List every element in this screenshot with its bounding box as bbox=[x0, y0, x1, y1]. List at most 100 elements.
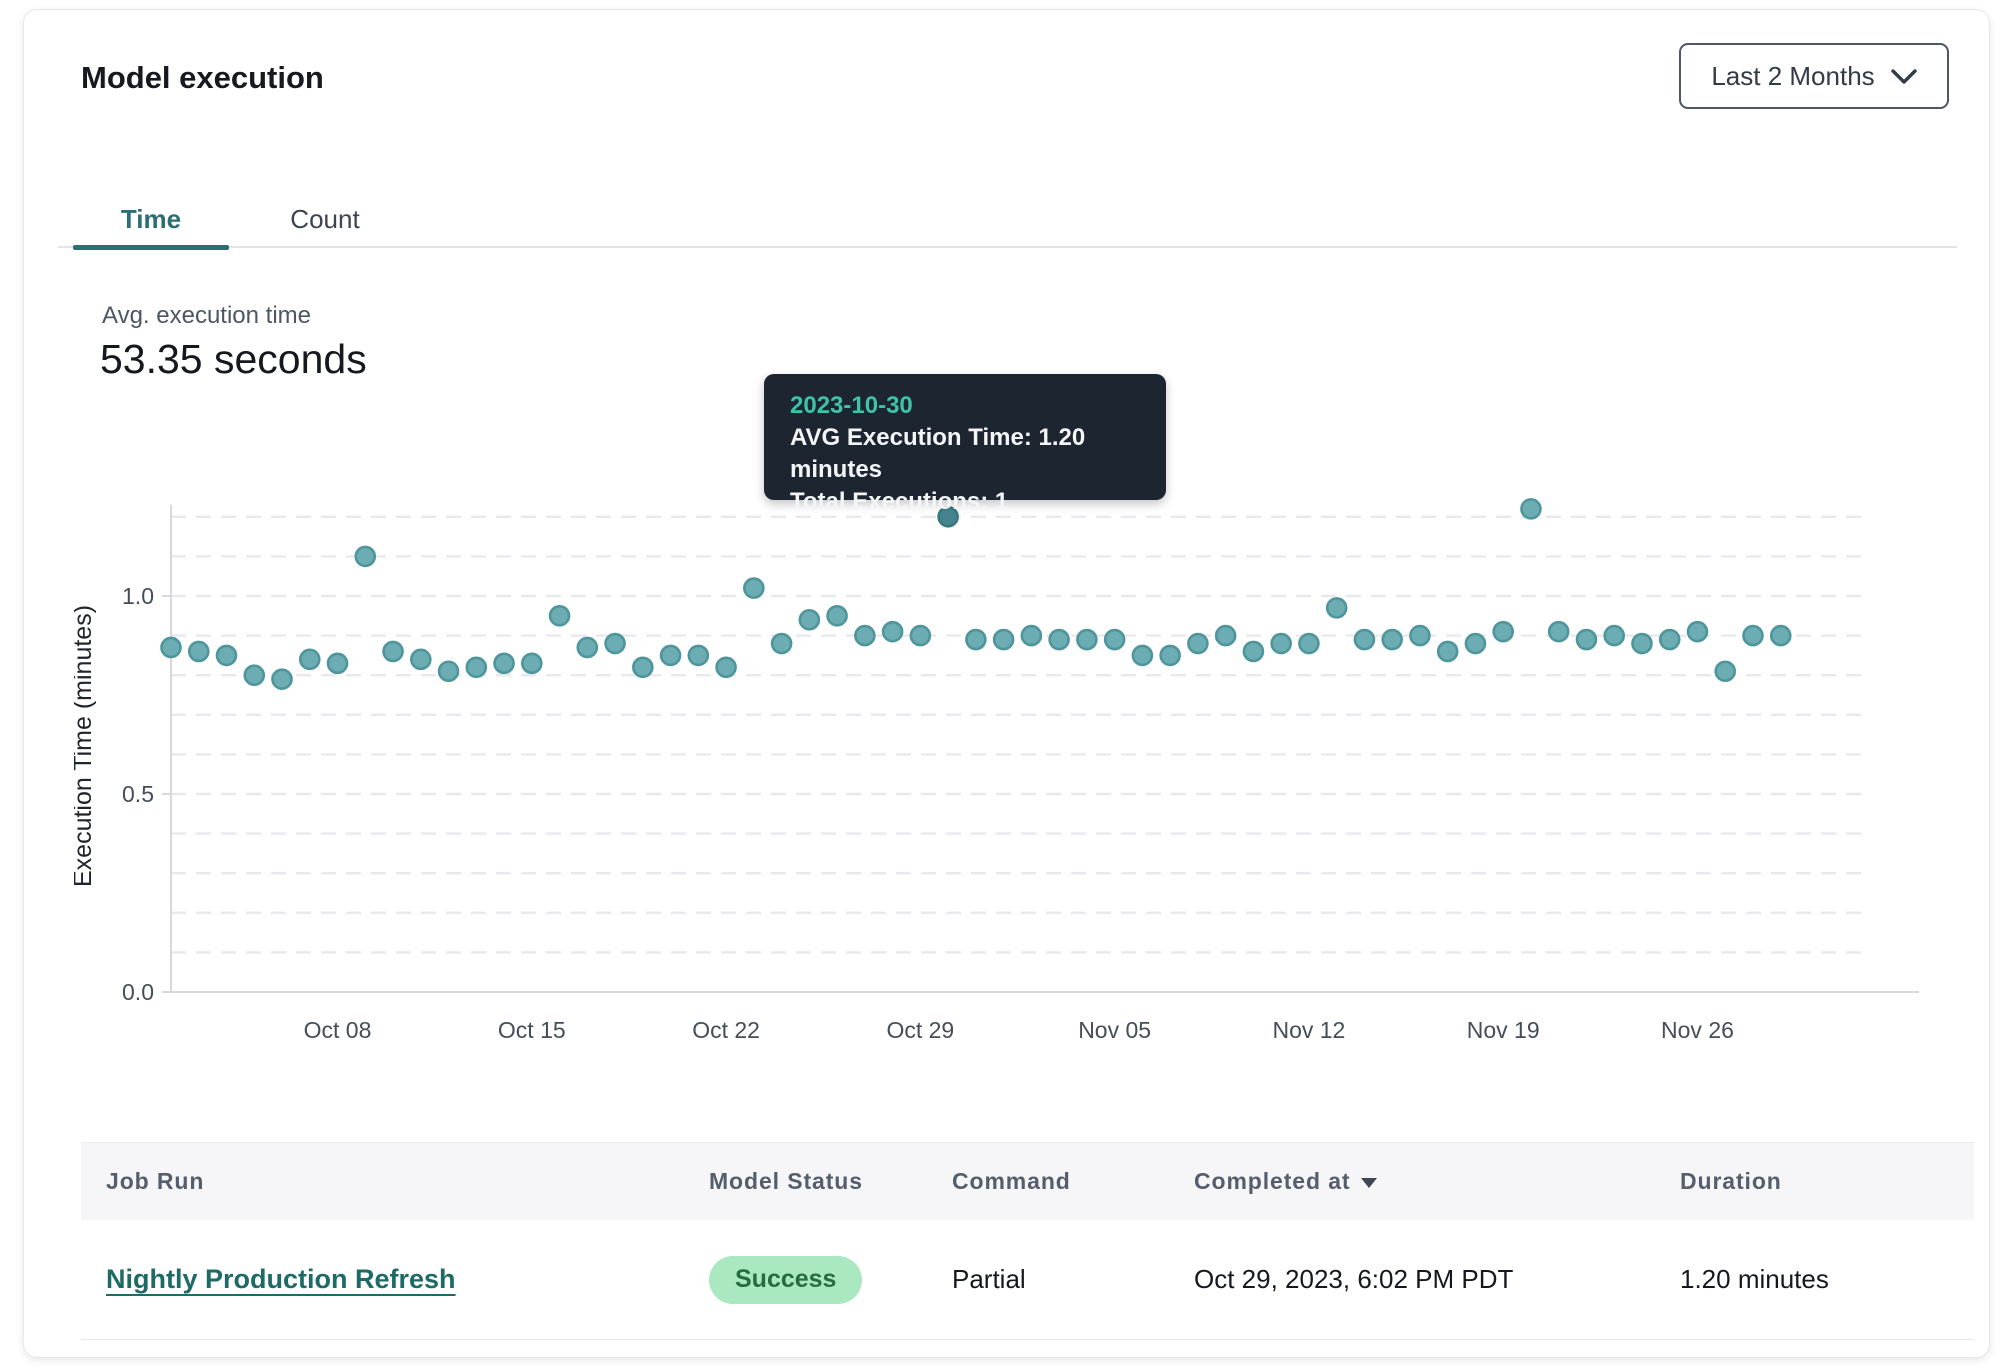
avg-execution-time-label: Avg. execution time bbox=[102, 302, 311, 330]
data-point bbox=[661, 646, 680, 665]
data-point bbox=[1716, 662, 1735, 681]
col-header-completed-at[interactable]: Completed at bbox=[1194, 1168, 1378, 1195]
data-point bbox=[772, 634, 791, 653]
data-point bbox=[911, 626, 930, 645]
data-point bbox=[689, 646, 708, 665]
execution-time-chart[interactable]: 0.0 0.5 1.0 Oct 08 Oct 15 Oct 22 Oct 29 Nov 05 N… bbox=[74, 430, 1974, 1070]
chart-tooltip: 2023-10-30 AVG Execution Time: 1.20 minu… bbox=[764, 374, 1166, 500]
table-row: Nightly Production Refresh Success Parti… bbox=[81, 1220, 1974, 1340]
svg-text:0.5: 0.5 bbox=[122, 781, 154, 807]
data-point bbox=[1216, 626, 1235, 645]
data-point bbox=[1771, 626, 1790, 645]
data-point bbox=[578, 638, 597, 657]
y-axis-title: Execution Time (minutes) bbox=[74, 605, 97, 887]
tab-count[interactable]: Count bbox=[253, 192, 397, 246]
tooltip-date: 2023-10-30 bbox=[790, 390, 1140, 422]
data-point bbox=[1577, 630, 1596, 649]
svg-text:Oct 29: Oct 29 bbox=[886, 1017, 954, 1043]
sort-desc-icon[interactable] bbox=[1360, 1168, 1378, 1195]
tabs-divider bbox=[58, 246, 1957, 248]
data-point bbox=[217, 646, 236, 665]
data-point bbox=[1022, 626, 1041, 645]
table-header-row: Job Run Model Status Command Completed a… bbox=[81, 1142, 1974, 1220]
svg-text:Oct 15: Oct 15 bbox=[498, 1017, 566, 1043]
data-point bbox=[411, 650, 430, 669]
svg-text:Nov 05: Nov 05 bbox=[1078, 1017, 1151, 1043]
data-point bbox=[1383, 630, 1402, 649]
data-point bbox=[522, 654, 541, 673]
svg-text:Oct 08: Oct 08 bbox=[304, 1017, 372, 1043]
data-point bbox=[273, 670, 292, 689]
completed-at-cell: Oct 29, 2023, 6:02 PM PDT bbox=[1194, 1264, 1513, 1295]
data-point bbox=[1272, 634, 1291, 653]
data-point bbox=[1244, 642, 1263, 661]
data-point bbox=[300, 650, 319, 669]
data-point bbox=[1161, 646, 1180, 665]
data-point bbox=[1133, 646, 1152, 665]
data-point bbox=[384, 642, 403, 661]
data-point bbox=[1632, 634, 1651, 653]
data-point bbox=[606, 634, 625, 653]
svg-text:1.0: 1.0 bbox=[122, 583, 154, 609]
data-point bbox=[994, 630, 1013, 649]
data-point bbox=[717, 658, 736, 677]
data-point bbox=[162, 638, 181, 657]
data-point bbox=[245, 666, 264, 685]
data-point bbox=[883, 622, 902, 641]
col-header-command[interactable]: Command bbox=[952, 1168, 1071, 1195]
active-tab-underline bbox=[73, 245, 229, 250]
chart-tabs: Time Count bbox=[58, 192, 1957, 248]
data-point bbox=[1660, 630, 1679, 649]
data-point bbox=[1077, 630, 1096, 649]
model-execution-card: Model execution Last 2 Months Time Count… bbox=[23, 9, 1990, 1358]
data-point bbox=[550, 606, 569, 625]
data-point bbox=[1466, 634, 1485, 653]
data-point bbox=[439, 662, 458, 681]
svg-text:Nov 26: Nov 26 bbox=[1661, 1017, 1734, 1043]
date-range-dropdown[interactable]: Last 2 Months bbox=[1679, 43, 1949, 109]
col-header-job-run[interactable]: Job Run bbox=[106, 1168, 204, 1195]
data-point bbox=[189, 642, 208, 661]
data-point bbox=[1549, 622, 1568, 641]
data-point bbox=[855, 626, 874, 645]
data-point bbox=[966, 630, 985, 649]
data-point bbox=[356, 547, 375, 566]
data-point bbox=[1688, 622, 1707, 641]
data-point bbox=[828, 606, 847, 625]
scatter-plot[interactable]: 0.0 0.5 1.0 Oct 08 Oct 15 Oct 22 Oct 29 Nov 05 N… bbox=[74, 430, 1974, 1070]
svg-text:Oct 22: Oct 22 bbox=[692, 1017, 760, 1043]
data-point bbox=[1743, 626, 1762, 645]
data-point bbox=[1188, 634, 1207, 653]
col-header-model-status[interactable]: Model Status bbox=[709, 1168, 863, 1195]
data-point bbox=[800, 610, 819, 629]
job-runs-table: Job Run Model Status Command Completed a… bbox=[81, 1142, 1974, 1340]
data-point bbox=[495, 654, 514, 673]
command-cell: Partial bbox=[952, 1264, 1026, 1295]
svg-text:Nov 12: Nov 12 bbox=[1272, 1017, 1345, 1043]
svg-text:0.0: 0.0 bbox=[122, 979, 154, 1005]
data-point bbox=[633, 658, 652, 677]
col-header-duration[interactable]: Duration bbox=[1680, 1168, 1782, 1195]
chevron-down-icon bbox=[1891, 61, 1917, 92]
data-point bbox=[1299, 634, 1318, 653]
svg-text:Nov 19: Nov 19 bbox=[1467, 1017, 1540, 1043]
data-point bbox=[1438, 642, 1457, 661]
tooltip-avg-line: AVG Execution Time: 1.20 minutes bbox=[790, 422, 1140, 486]
data-point bbox=[1050, 630, 1069, 649]
data-point bbox=[1327, 598, 1346, 617]
status-badge: Success bbox=[709, 1256, 862, 1304]
status-badge-wrap: Success bbox=[709, 1256, 862, 1304]
data-point bbox=[1521, 499, 1540, 518]
date-range-value: Last 2 Months bbox=[1711, 61, 1874, 92]
data-point bbox=[1105, 630, 1124, 649]
data-point bbox=[1355, 630, 1374, 649]
data-point bbox=[1605, 626, 1624, 645]
card-title: Model execution bbox=[81, 60, 324, 96]
tab-time[interactable]: Time bbox=[73, 192, 229, 246]
data-point bbox=[328, 654, 347, 673]
data-point bbox=[1494, 622, 1513, 641]
avg-execution-time-value: 53.35 seconds bbox=[100, 336, 367, 383]
page: Model execution Last 2 Months Time Count… bbox=[0, 0, 2016, 1372]
duration-cell: 1.20 minutes bbox=[1680, 1264, 1829, 1295]
job-run-link[interactable]: Nightly Production Refresh bbox=[106, 1264, 456, 1295]
